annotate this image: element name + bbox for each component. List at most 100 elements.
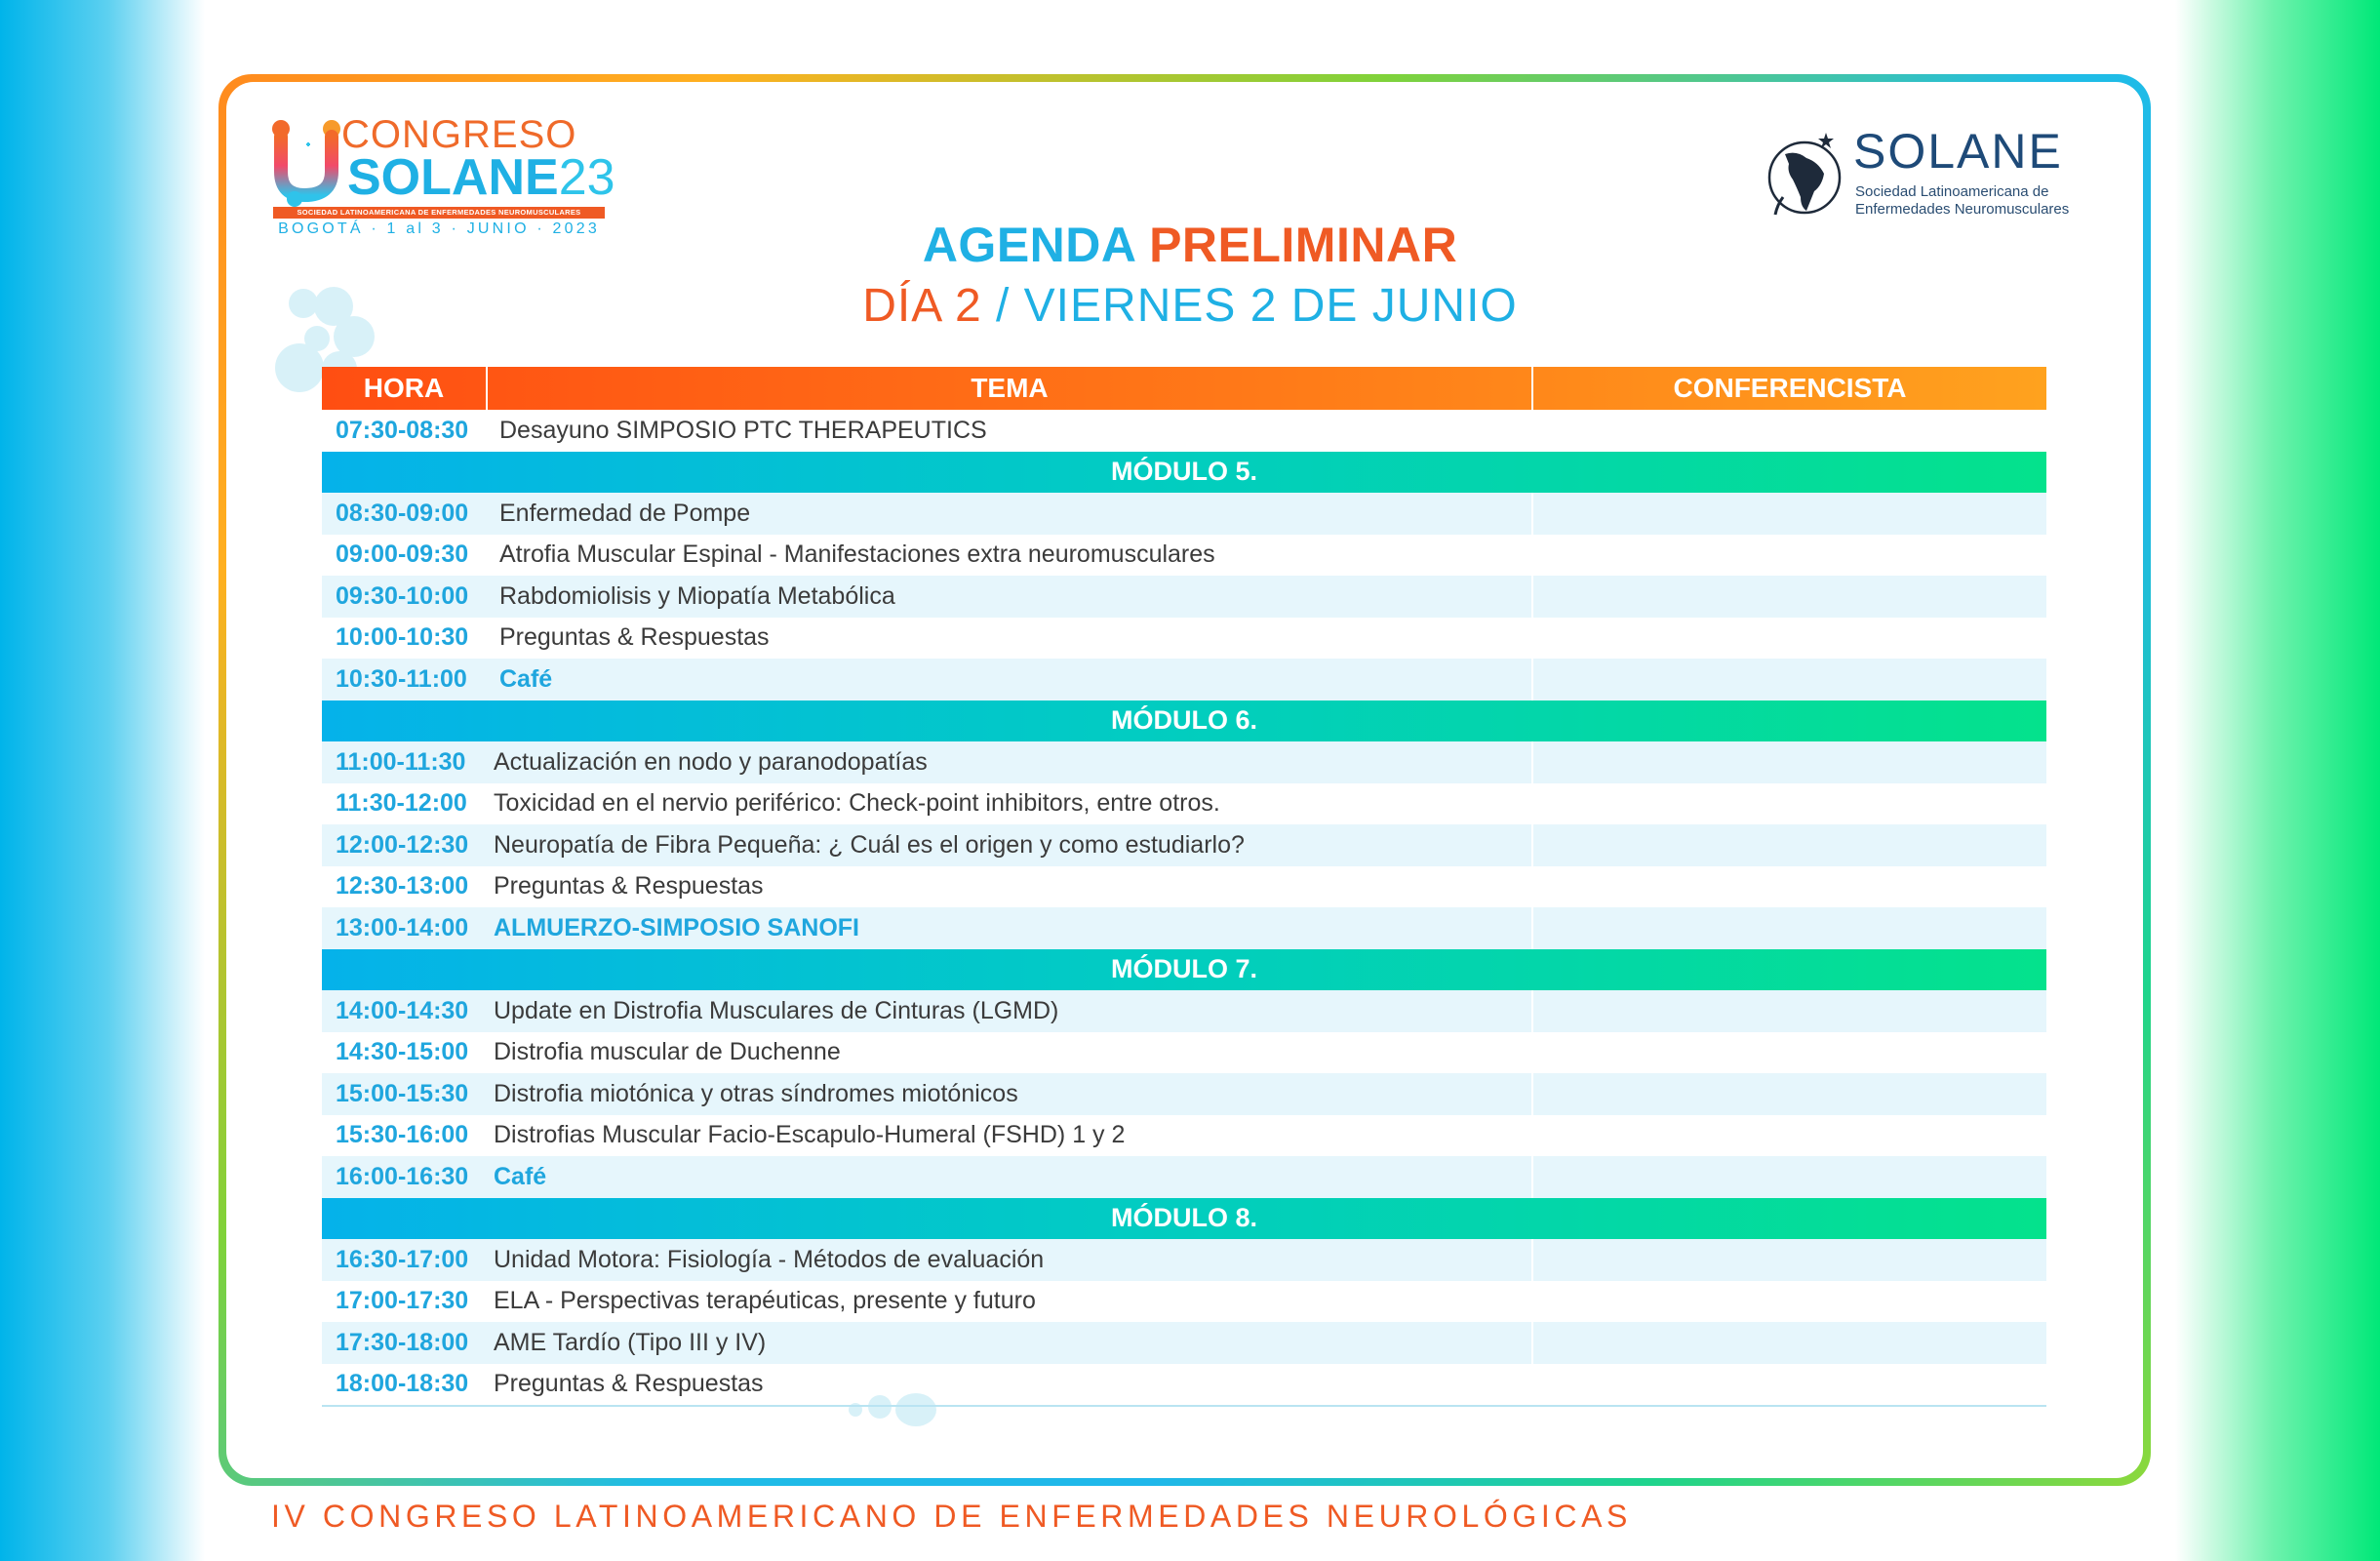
header-conferencista: CONFERENCISTA <box>1673 373 1907 403</box>
row-speaker <box>1533 576 2046 618</box>
table-row: 09:00-09:30 Atrofia Muscular Espinal - Ma… <box>322 534 2046 577</box>
row-time: 18:00-18:30 <box>336 1370 469 1398</box>
page-subtitle: DÍA 2 / VIERNES 2 DE JUNIO <box>0 279 2380 333</box>
table-row: 08:30-09:00 Enfermedad de Pompe <box>322 493 2046 535</box>
table-row: 11:30-12:00 Toxicidad en el nervio perifé… <box>322 782 2046 825</box>
row-speaker <box>1533 1281 2046 1323</box>
solane-name: SOLANE <box>1853 124 2063 179</box>
row-topic: ALMUERZO-SIMPOSIO SANOFI <box>488 907 1533 949</box>
table-row: 15:30-16:00 Distrofias Muscular Facio-Esc… <box>322 1114 2046 1157</box>
table-row: 10:30-11:00 Café <box>322 659 2046 700</box>
row-time: 11:30-12:00 <box>336 789 467 818</box>
row-speaker <box>1533 990 2046 1032</box>
table-row: 14:30-15:00 Distrofia muscular de Duchenn… <box>322 1031 2046 1073</box>
solane-logo: SOLANE Sociedad Latinoamericana de Enfer… <box>1764 124 2095 224</box>
row-speaker <box>1533 493 2046 535</box>
row-time: 14:00-14:30 <box>336 996 469 1024</box>
solane-subtitle: Sociedad Latinoamericana de Enfermedades… <box>1855 183 2069 219</box>
table-row: 17:00-17:30 ELA - Perspectivas terapéutic… <box>322 1280 2046 1323</box>
row-time: 10:30-11:00 <box>336 664 467 693</box>
row-time: 14:30-15:00 <box>336 1038 469 1066</box>
row-speaker <box>1533 741 2046 783</box>
row-time: 10:00-10:30 <box>336 623 469 652</box>
row-topic: Actualización en nodo y paranodopatías <box>488 741 1533 783</box>
row-time: 12:30-13:00 <box>336 872 469 901</box>
footer-text: IV CONGRESO LATINOAMERICANO DE ENFERMEDA… <box>271 1499 1632 1534</box>
row-time: 12:00-12:30 <box>336 830 469 859</box>
table-row: 12:00-12:30 Neuropatía de Fibra Pequeña: … <box>322 824 2046 866</box>
agenda-table: HORA TEMA CONFERENCISTA 07:30-08:30 Desay… <box>322 367 2046 1407</box>
row-speaker <box>1533 1239 2046 1281</box>
row-speaker <box>1533 1073 2046 1115</box>
row-topic: Preguntas & Respuestas <box>488 617 1533 659</box>
logo-solane-text: SOLANE23 <box>347 148 615 207</box>
table-body: 07:30-08:30 Desayuno SIMPOSIO PTC THERAPE… <box>322 410 2046 1405</box>
congreso-logo-mark-icon <box>272 120 340 207</box>
row-topic: Update en Distrofia Musculares de Cintur… <box>488 990 1533 1032</box>
solane-subtitle-line1: Sociedad Latinoamericana de <box>1855 183 2049 200</box>
row-time: 11:00-11:30 <box>336 747 466 776</box>
table-row: 16:30-17:00 Unidad Motora: Fisiología - M… <box>322 1239 2046 1281</box>
page-title: AGENDA PRELIMINAR <box>0 217 2380 273</box>
row-topic: Café <box>488 1156 1533 1198</box>
row-topic: Desayuno SIMPOSIO PTC THERAPEUTICS <box>488 410 1533 452</box>
row-speaker <box>1533 1156 2046 1198</box>
latin-america-globe-icon <box>1767 133 1842 216</box>
module-header: MÓDULO 8. <box>322 1197 2046 1239</box>
row-topic: Preguntas & Respuestas <box>488 865 1533 907</box>
table-header: HORA TEMA CONFERENCISTA <box>322 367 2046 410</box>
subtitle-day: DÍA 2 <box>862 280 982 332</box>
row-topic: ELA - Perspectivas terapéuticas, present… <box>488 1280 1533 1322</box>
table-row: 15:00-15:30 Distrofia miotónica y otras s… <box>322 1073 2046 1115</box>
row-speaker <box>1533 907 2046 949</box>
row-topic: Toxicidad en el nervio periférico: Check… <box>488 782 1533 824</box>
row-speaker <box>1533 1322 2046 1364</box>
row-topic: Neuropatía de Fibra Pequeña: ¿ Cuál es e… <box>488 824 1533 866</box>
decor-bubble <box>275 343 324 392</box>
row-time: 16:30-17:00 <box>336 1245 469 1273</box>
row-time: 15:30-16:00 <box>336 1121 469 1149</box>
row-time: 09:00-09:30 <box>336 540 469 569</box>
row-speaker <box>1533 866 2046 908</box>
header-hora: HORA <box>322 367 488 410</box>
row-topic: Distrofias Muscular Facio-Escapulo-Humer… <box>488 1114 1533 1156</box>
row-time: 08:30-09:00 <box>336 499 469 527</box>
row-topic: Café <box>488 659 1533 700</box>
table-row: 07:30-08:30 Desayuno SIMPOSIO PTC THERAPE… <box>322 410 2046 452</box>
row-time: 13:00-14:00 <box>336 913 469 941</box>
row-time: 09:30-10:00 <box>336 581 469 610</box>
row-speaker <box>1533 410 2046 452</box>
row-topic: AME Tardío (Tipo III y IV) <box>488 1322 1533 1364</box>
row-time: 07:30-08:30 <box>336 416 469 444</box>
header-tema: TEMA <box>488 367 1533 410</box>
row-speaker <box>1533 1115 2046 1157</box>
table-row: 18:00-18:30 Preguntas & Respuestas <box>322 1363 2046 1406</box>
row-topic: Unidad Motora: Fisiología - Métodos de e… <box>488 1239 1533 1281</box>
row-topic: Atrofia Muscular Espinal - Manifestacion… <box>488 534 1533 576</box>
row-speaker <box>1533 824 2046 866</box>
row-speaker <box>1533 618 2046 660</box>
module-header: MÓDULO 5. <box>322 451 2046 493</box>
table-row: 14:00-14:30 Update en Distrofia Musculare… <box>322 990 2046 1032</box>
module-header: MÓDULO 7. <box>322 948 2046 990</box>
row-speaker <box>1533 535 2046 577</box>
title-agenda: AGENDA <box>922 218 1135 272</box>
row-topic: Preguntas & Respuestas <box>488 1363 1533 1405</box>
module-header: MÓDULO 6. <box>322 700 2046 741</box>
table-row: 16:00-16:30 Café <box>322 1156 2046 1198</box>
row-time: 17:30-18:00 <box>336 1328 469 1356</box>
title-preliminar: PRELIMINAR <box>1149 218 1458 272</box>
table-row: 11:00-11:30 Actualización en nodo y paran… <box>322 741 2046 783</box>
table-row: 12:30-13:00 Preguntas & Respuestas <box>322 865 2046 908</box>
table-row: 13:00-14:00 ALMUERZO-SIMPOSIO SANOFI <box>322 907 2046 949</box>
logo-year: 23 <box>558 149 615 206</box>
row-topic: Rabdomiolisis y Miopatía Metabólica <box>488 576 1533 618</box>
row-speaker <box>1533 659 2046 700</box>
row-speaker <box>1533 783 2046 825</box>
row-topic: Distrofia muscular de Duchenne <box>488 1031 1533 1073</box>
row-topic: Enfermedad de Pompe <box>488 493 1533 535</box>
row-speaker <box>1533 1364 2046 1406</box>
row-time: 17:00-17:30 <box>336 1287 469 1315</box>
logo-solane-word: SOLANE <box>347 149 559 206</box>
table-row: 09:30-10:00 Rabdomiolisis y Miopatía Meta… <box>322 576 2046 618</box>
